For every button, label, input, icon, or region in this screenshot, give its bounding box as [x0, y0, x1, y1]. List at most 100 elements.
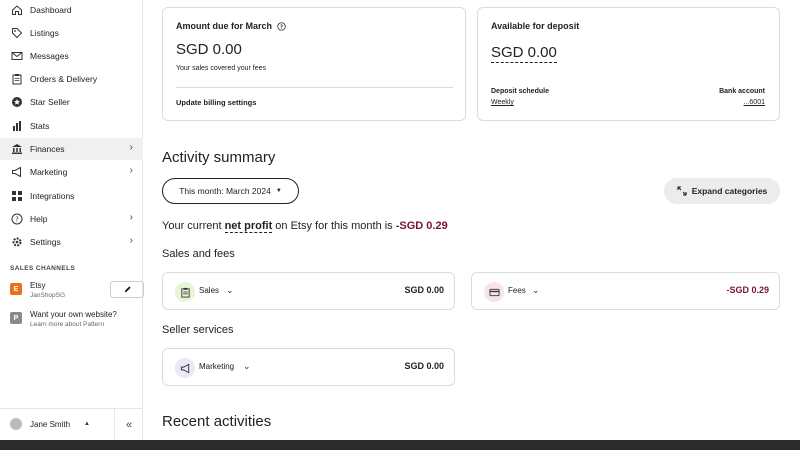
info-icon[interactable]: ? — [277, 21, 286, 31]
update-billing-link[interactable]: Update billing settings — [176, 98, 256, 107]
month-filter-dropdown[interactable]: This month: March 2024 ▼ — [162, 178, 299, 204]
home-icon — [10, 3, 24, 17]
bar-chart-icon — [10, 119, 24, 133]
channel-subtitle: JanShopSG — [30, 292, 66, 299]
sidebar-item-marketing[interactable]: Marketing › — [0, 161, 143, 183]
sidebar-item-help[interactable]: ? Help › — [0, 208, 143, 230]
marketing-label: Marketing — [199, 362, 235, 371]
month-filter-label: This month: March 2024 — [179, 186, 271, 196]
deposit-schedule-label: Deposit schedule — [491, 88, 549, 95]
caret-down-icon: ▼ — [275, 188, 282, 194]
sidebar-item-label: Messages — [30, 51, 69, 61]
expand-icon — [677, 186, 687, 196]
mail-icon — [10, 49, 24, 63]
chevron-right-icon: › — [129, 142, 133, 153]
sales-channels-label: SALES CHANNELS — [10, 265, 76, 272]
chevron-right-icon: › — [129, 212, 133, 223]
star-badge-icon — [10, 95, 24, 109]
sidebar-item-label: Finances — [30, 144, 65, 154]
sales-fees-heading: Sales and fees — [162, 248, 235, 260]
megaphone-icon — [175, 358, 195, 378]
credit-card-icon — [484, 282, 504, 302]
channel-pattern[interactable]: P Want your own website? Learn more abou… — [10, 310, 140, 332]
user-name: Jane Smith — [30, 419, 71, 429]
gear-icon — [10, 235, 24, 249]
channel-title: Etsy — [30, 281, 46, 290]
fees-category[interactable]: Fees ⌄ -SGD 0.29 — [471, 272, 780, 310]
etsy-badge: E — [10, 283, 22, 295]
sidebar: Dashboard Listings Messages Orders & Del… — [0, 0, 144, 441]
sales-value: SGD 0.00 — [404, 285, 444, 295]
channel-etsy[interactable]: E Etsy JanShopSG — [10, 281, 144, 303]
pattern-badge: P — [10, 312, 22, 324]
fees-label: Fees — [508, 286, 526, 295]
expand-categories-label: Expand categories — [691, 186, 768, 196]
avatar — [10, 418, 22, 430]
bank-account-label: Bank account — [719, 88, 765, 95]
collapse-sidebar-button[interactable]: « — [114, 409, 143, 441]
chevron-down-icon: ⌄ — [243, 361, 251, 371]
recent-activities-heading: Recent activities — [162, 413, 272, 430]
sidebar-item-messages[interactable]: Messages — [0, 45, 143, 67]
sidebar-item-label: Marketing — [30, 167, 68, 177]
sales-category[interactable]: Sales ⌄ SGD 0.00 — [162, 272, 455, 310]
net-profit-statement: Your current net profit on Etsy for this… — [162, 220, 448, 233]
sidebar-item-dashboard[interactable]: Dashboard — [0, 0, 143, 21]
sidebar-item-label: Settings — [30, 237, 61, 247]
deposit-card: Available for deposit SGD 0.00 Deposit s… — [477, 7, 780, 121]
megaphone-icon — [10, 165, 24, 179]
chevron-down-icon: ⌄ — [226, 285, 234, 295]
marketing-category[interactable]: Marketing ⌄ SGD 0.00 — [162, 348, 455, 386]
net-profit-term[interactable]: net profit — [224, 220, 273, 233]
sidebar-item-label: Help — [30, 214, 48, 224]
fees-value: -SGD 0.29 — [726, 285, 769, 295]
bank-icon — [10, 142, 24, 156]
chevron-right-icon: › — [129, 165, 133, 176]
seller-services-heading: Seller services — [162, 324, 234, 336]
net-profit-value: -SGD 0.29 — [395, 220, 448, 232]
channel-subtitle: Learn more about Pattern — [30, 321, 105, 328]
chevron-down-icon: ⌄ — [532, 285, 540, 295]
deposit-value[interactable]: SGD 0.00 — [491, 44, 557, 63]
sidebar-item-listings[interactable]: Listings — [0, 22, 143, 44]
expand-categories-button[interactable]: Expand categories — [664, 178, 780, 204]
sidebar-item-label: Stats — [30, 121, 50, 131]
tag-icon — [10, 26, 24, 40]
sidebar-item-star-seller[interactable]: Star Seller — [0, 91, 143, 113]
amount-due-card: Amount due for March ? SGD 0.00 Your sal… — [162, 7, 466, 121]
amount-due-value: SGD 0.00 — [176, 41, 242, 58]
svg-text:?: ? — [15, 216, 19, 224]
sidebar-item-integrations[interactable]: Integrations — [0, 185, 143, 207]
user-menu[interactable]: Jane Smith ▲ — [10, 418, 90, 430]
deposit-title: Available for deposit — [491, 21, 580, 31]
grid-icon — [10, 189, 24, 203]
edit-channel-button[interactable] — [110, 281, 144, 298]
activity-summary-heading: Activity summary — [162, 149, 276, 166]
sidebar-item-stats[interactable]: Stats — [0, 115, 143, 137]
bank-account-link[interactable]: ...6001 — [744, 99, 765, 106]
sidebar-footer: Jane Smith ▲ « — [0, 408, 143, 441]
sidebar-item-label: Listings — [30, 28, 59, 38]
help-circle-icon: ? — [10, 212, 24, 226]
sidebar-item-finances[interactable]: Finances › — [0, 138, 143, 160]
sidebar-item-label: Integrations — [30, 191, 75, 201]
sidebar-item-label: Star Seller — [30, 97, 70, 107]
sales-label: Sales — [199, 286, 220, 295]
divider — [176, 87, 453, 88]
chevron-right-icon: › — [129, 235, 133, 246]
net-mid: on Etsy for this month is — [272, 220, 396, 232]
amount-due-note: Your sales covered your fees — [176, 65, 267, 72]
sidebar-item-label: Orders & Delivery — [30, 74, 98, 84]
pencil-icon — [124, 286, 131, 293]
deposit-schedule-link[interactable]: Weekly — [491, 99, 514, 106]
sidebar-item-orders-delivery[interactable]: Orders & Delivery — [0, 68, 143, 90]
sidebar-item-label: Dashboard — [30, 5, 72, 15]
channel-title: Want your own website? — [30, 310, 117, 319]
bottom-bar — [0, 440, 800, 450]
svg-text:?: ? — [280, 24, 283, 30]
double-chevron-left-icon: « — [125, 419, 133, 431]
clipboard-icon — [175, 282, 195, 302]
clipboard-icon — [10, 72, 24, 86]
sidebar-item-settings[interactable]: Settings › — [0, 231, 143, 253]
marketing-value: SGD 0.00 — [404, 361, 444, 371]
